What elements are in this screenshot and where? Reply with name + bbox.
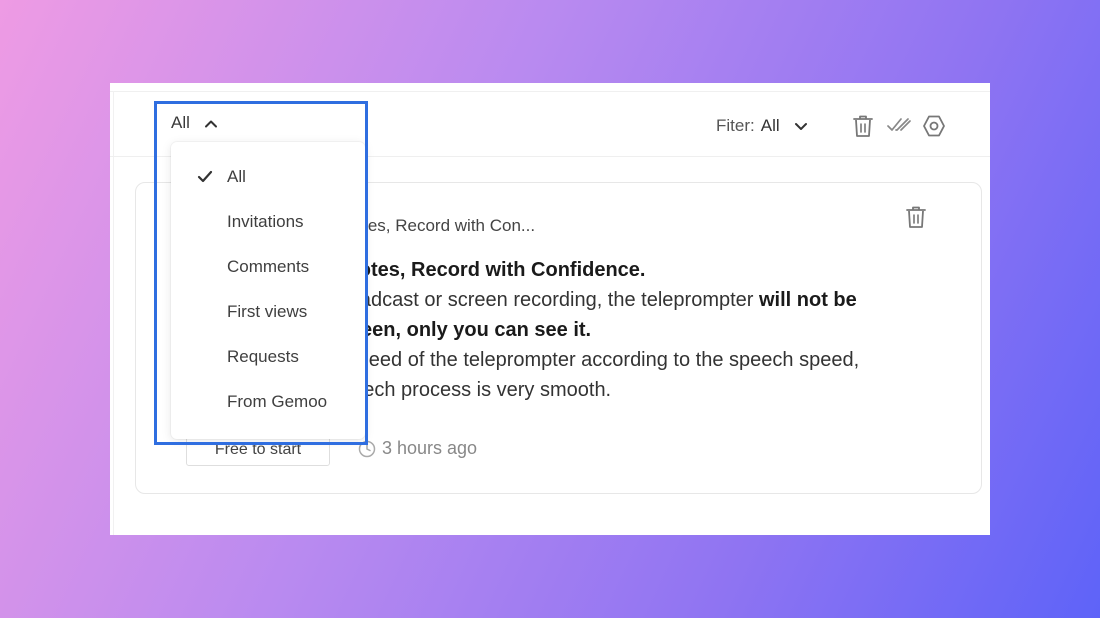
- body-text: g speed of the teleprompter according to…: [331, 349, 860, 371]
- menu-item-label: Requests: [227, 347, 299, 366]
- check-icon: [197, 170, 213, 183]
- body-text: broadcast or screen recording, the telep…: [331, 289, 759, 311]
- filter-value: All: [760, 116, 780, 135]
- divider: [113, 91, 114, 535]
- menu-item-from-gemoo[interactable]: From Gemoo: [171, 382, 365, 422]
- menu-item-label: From Gemoo: [227, 392, 328, 411]
- mark-all-read-button[interactable]: [887, 116, 911, 139]
- menu-item-comments[interactable]: Comments: [171, 247, 365, 287]
- menu-item-all[interactable]: All: [171, 157, 365, 197]
- delete-all-button[interactable]: [852, 114, 874, 143]
- settings-button[interactable]: [922, 114, 946, 143]
- menu-item-label: All: [227, 167, 246, 186]
- settings-icon: [923, 115, 945, 137]
- body-line-bold: screen, only you can see it.: [331, 319, 592, 341]
- filter-label: Fiter:: [716, 116, 755, 135]
- menu-item-label: Invitations: [227, 212, 304, 231]
- trash-icon: [853, 115, 873, 137]
- menu-item-requests[interactable]: Requests: [171, 337, 365, 377]
- scope-dropdown-toggle[interactable]: All: [171, 113, 218, 133]
- timestamp-text: 3 hours ago: [382, 438, 478, 458]
- menu-item-label: Comments: [227, 257, 310, 276]
- delete-notification-button[interactable]: [905, 205, 927, 234]
- menu-item-label: First views: [227, 302, 308, 321]
- notification-timestamp: 3 hours ago: [358, 438, 477, 459]
- clock-icon: [358, 440, 376, 457]
- scope-dropdown-menu: All Invitations Comments First views Req…: [171, 142, 365, 439]
- menu-item-first-views[interactable]: First views: [171, 292, 365, 332]
- body-text: speech process is very smooth.: [331, 379, 612, 401]
- double-check-icon: [887, 118, 911, 131]
- scope-label: All: [171, 113, 190, 132]
- trash-icon: [906, 206, 926, 228]
- body-text-bold: will not be: [759, 289, 857, 311]
- chevron-down-icon: [794, 122, 807, 130]
- body-line-bold: r Notes, Record with Confidence.: [331, 259, 646, 281]
- filter-dropdown[interactable]: Fiter: All: [716, 116, 808, 136]
- chevron-up-icon: [204, 120, 217, 127]
- menu-item-invitations[interactable]: Invitations: [171, 202, 365, 242]
- notification-body: r Notes, Record with Confidence. broadca…: [331, 255, 981, 405]
